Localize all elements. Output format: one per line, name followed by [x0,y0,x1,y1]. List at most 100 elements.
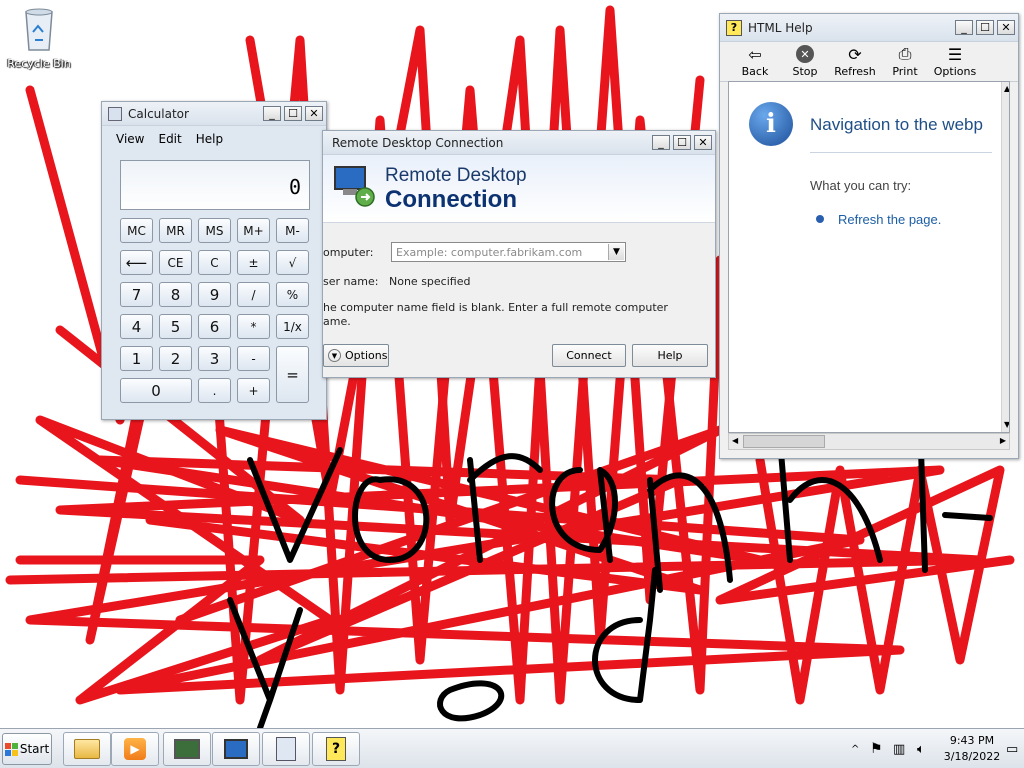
calc-8-button[interactable]: 8 [159,282,192,307]
rdc-titlebar[interactable]: Remote Desktop Connection _ ☐ ✕ [323,131,715,155]
help-options-button[interactable]: ☰ Options [930,43,980,81]
calc-9-button[interactable]: 9 [198,282,231,307]
printer-icon: ⎙ [898,44,912,63]
help-stop-button[interactable]: ✕ Stop [780,43,830,81]
taskbar-media-player-button[interactable]: ▶ [111,732,159,766]
tray-expand-icon[interactable]: ^ [851,729,859,768]
calc-ce-button[interactable]: CE [159,250,192,275]
calc-decimal-button[interactable]: . [198,378,231,403]
windows-logo-icon [4,742,18,756]
taskbar-help-button[interactable]: ? [312,732,360,766]
calc-backspace-button[interactable]: ⟵ [120,250,153,275]
calc-0-button[interactable]: 0 [120,378,192,403]
rdc-connect-button[interactable]: Connect [552,344,626,367]
help-print-button[interactable]: ⎙ Print [880,43,930,81]
rdc-message-line1: he computer name field is blank. Enter a… [323,301,668,314]
scroll-up-icon[interactable]: ▲ [1004,84,1009,93]
rdc-banner: Remote Desktop Connection [323,155,715,223]
calculator-window[interactable]: Calculator _ ☐ ✕ View Edit Help 0 MC MR … [101,101,327,420]
chevron-down-icon[interactable]: ▼ [608,244,624,260]
calc-mr-button[interactable]: MR [159,218,192,243]
taskbar-explorer-button[interactable] [63,732,111,766]
help-back-button[interactable]: ⇦ Back [730,43,780,81]
scroll-left-icon[interactable]: ◀ [732,436,738,445]
rdc-message-line2: ame. [323,315,351,328]
scribble-red-5 [715,455,1015,705]
calc-6-button[interactable]: 6 [198,314,231,339]
rdc-options-button[interactable]: ▼ Options [323,344,389,367]
help-hscroll-thumb[interactable] [743,435,825,448]
help-refresh-label: Refresh [834,65,876,78]
bullet-icon [816,215,824,223]
help-toolbar: ⇦ Back ✕ Stop ⟳ Refresh ⎙ Print ☰ Option… [720,42,1018,82]
rdc-computer-combobox[interactable]: Example: computer.fabrikam.com ▼ [391,242,626,262]
taskbar-clock[interactable]: 9:43 PM 3/18/2022 [940,733,1004,765]
help-minimize-button[interactable]: _ [955,20,973,35]
help-titlebar[interactable]: ? HTML Help _ ☐ ✕ [720,14,1018,42]
network-icon[interactable]: ▥ [893,729,905,768]
taskbar-network-button[interactable] [163,732,211,766]
show-desktop-icon[interactable]: ▭ [1006,729,1018,768]
calc-5-button[interactable]: 5 [159,314,192,339]
calc-mminus-button[interactable]: M- [276,218,309,243]
chevron-circle-down-icon: ▼ [328,349,341,362]
calculator-minimize-button[interactable]: _ [263,106,281,121]
rdc-monitor-icon [334,166,375,207]
help-horizontal-scrollbar[interactable]: ◀ ▶ [728,433,1010,450]
calc-2-button[interactable]: 2 [159,346,192,371]
help-try-label: What you can try: [810,178,912,193]
help-vertical-scrollbar[interactable]: ▲ ▼ [1001,82,1009,432]
action-center-flag-icon[interactable]: ⚑ [870,729,883,768]
calc-plusminus-button[interactable]: ± [237,250,270,275]
taskbar-rdc-button[interactable] [212,732,260,766]
remote-desktop-window[interactable]: Remote Desktop Connection _ ☐ ✕ Remote D… [322,130,716,378]
calculator-display: 0 [120,160,310,210]
taskbar-calculator-button[interactable] [262,732,310,766]
rdc-help-button[interactable]: Help [632,344,708,367]
rdc-taskbar-icon [224,739,248,759]
volume-muted-icon[interactable]: 🔈︎ [917,729,925,768]
calc-multiply-button[interactable]: * [237,314,270,339]
clock-date: 3/18/2022 [943,750,1001,763]
help-close-button[interactable]: ✕ [997,20,1015,35]
calculator-menu-help[interactable]: Help [196,132,223,148]
calculator-menu-view[interactable]: View [116,132,144,148]
clock-time: 9:43 PM [949,734,995,747]
scroll-down-icon[interactable]: ▼ [1004,420,1009,429]
help-app-icon: ? [726,19,742,36]
start-button[interactable]: Start [2,733,52,765]
rdc-close-button[interactable]: ✕ [694,135,712,150]
calc-mplus-button[interactable]: M+ [237,218,270,243]
help-refresh-button[interactable]: ⟳ Refresh [830,43,880,81]
calculator-maximize-button[interactable]: ☐ [284,106,302,121]
calc-divide-button[interactable]: / [237,282,270,307]
calc-sqrt-button[interactable]: √ [276,250,309,275]
calc-4-button[interactable]: 4 [120,314,153,339]
rdc-maximize-button[interactable]: ☐ [673,135,691,150]
calc-equals-button[interactable]: = [276,346,309,403]
help-refresh-link[interactable]: Refresh the page. [838,212,941,227]
calc-ms-button[interactable]: MS [198,218,231,243]
calc-plus-button[interactable]: + [237,378,270,403]
calc-3-button[interactable]: 3 [198,346,231,371]
calc-c-button[interactable]: C [198,250,231,275]
calculator-titlebar[interactable]: Calculator _ ☐ ✕ [102,102,326,126]
html-help-window[interactable]: ? HTML Help _ ☐ ✕ ⇦ Back ✕ Stop ⟳ Refres… [719,13,1019,459]
rdc-title: Remote Desktop Connection [332,135,504,150]
calc-mc-button[interactable]: MC [120,218,153,243]
rdc-minimize-button[interactable]: _ [652,135,670,150]
calc-minus-button[interactable]: - [237,346,270,371]
calculator-close-button[interactable]: ✕ [305,106,323,121]
calc-7-button[interactable]: 7 [120,282,153,307]
calc-1-button[interactable]: 1 [120,346,153,371]
calc-reciprocal-button[interactable]: 1/x [276,314,309,339]
calc-percent-button[interactable]: % [276,282,309,307]
help-maximize-button[interactable]: ☐ [976,20,994,35]
rdc-options-label: Options [345,349,388,362]
taskbar: Start ▶ ? ^ ⚑ ▥ 🔈︎ 9:43 PM 3/18/2022 ▭ [0,728,1024,768]
calculator-icon [276,737,296,761]
rdc-computer-label: omputer: [323,246,374,259]
scroll-right-icon[interactable]: ▶ [1000,436,1006,445]
calculator-menu-edit[interactable]: Edit [158,132,181,148]
recycle-bin-desktop-icon[interactable]: Recycle Bin [6,6,72,70]
